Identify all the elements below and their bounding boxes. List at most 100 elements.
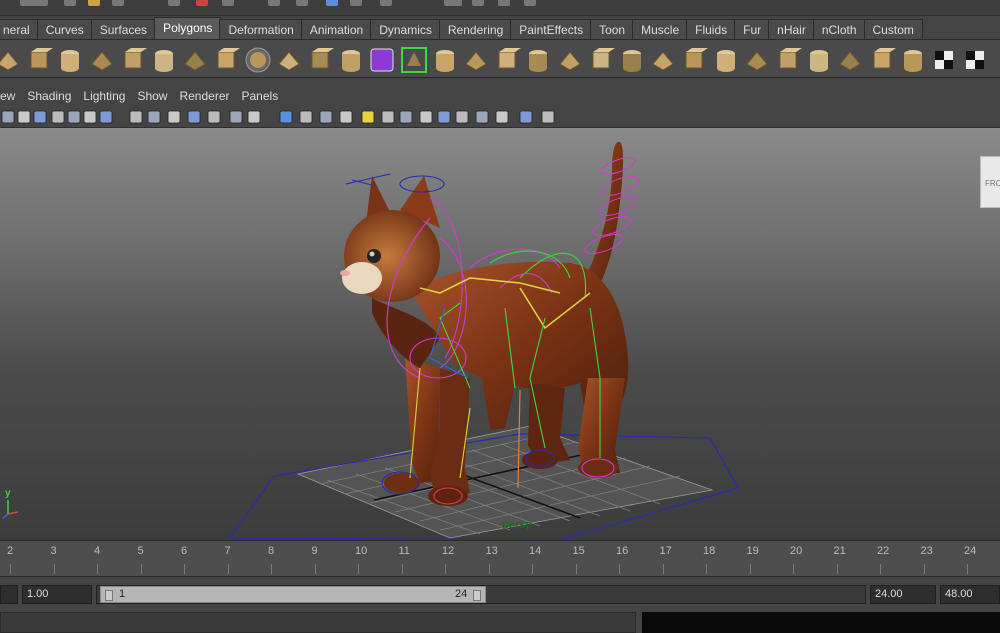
grease-pencil-icon[interactable] [82,109,98,125]
antialias-icon[interactable] [418,109,434,125]
menu-panels[interactable]: Panels [236,89,285,103]
torus-icon[interactable] [150,46,178,74]
history-icon[interactable] [444,0,462,6]
duplicate-face-icon[interactable] [680,46,709,74]
split-icon[interactable] [493,46,522,74]
select-object-icon[interactable] [196,0,208,6]
select-component-icon[interactable] [222,0,234,6]
soccer-ball-icon[interactable] [244,46,272,74]
tab-surfaces[interactable]: Surfaces [90,19,157,39]
animation-start-field[interactable]: 1.00 [22,585,92,604]
playback-end-field[interactable]: 24.00 [870,585,936,604]
helix-icon[interactable] [306,46,334,74]
checker-icon[interactable] [930,46,958,74]
animation-end-field[interactable]: 48.00 [940,585,1000,604]
tab-general[interactable]: neral [0,19,39,39]
range-end-grip[interactable] [473,590,481,601]
tab-curves[interactable]: Curves [36,19,93,39]
poke-icon[interactable] [649,46,677,74]
use-all-lights-icon[interactable] [338,109,354,125]
tab-rendering[interactable]: Rendering [438,19,513,39]
uv-editor-icon[interactable] [899,46,927,74]
merge-icon[interactable] [524,46,552,74]
bevel-icon[interactable] [462,46,490,74]
smooth-shade-icon[interactable] [278,109,294,125]
render-settings-icon[interactable] [524,0,536,6]
combine-icon[interactable] [368,46,396,74]
tab-fluids[interactable]: Fluids [686,19,737,39]
textured-icon[interactable] [318,109,334,125]
ambient-occlusion-icon[interactable] [380,109,396,125]
tab-muscle[interactable]: Muscle [632,19,689,39]
xray-components-icon[interactable] [518,109,534,125]
menu-view[interactable]: ew [0,89,21,103]
snap-grid-icon[interactable] [268,0,280,6]
isolate-select-icon[interactable] [454,109,470,125]
gate-mask-icon[interactable] [166,109,182,125]
sphere-icon[interactable] [0,46,22,74]
snap-surface-icon[interactable] [350,0,362,6]
tab-painteffects[interactable]: PaintEffects [510,19,593,39]
tab-custom[interactable]: Custom [863,19,923,39]
image-plane-icon[interactable] [50,109,66,125]
time-slider[interactable]: 2 3 4 5 6 7 8 9 10 11 12 13 14 15 16 17 18 19 20 21 22 23 24 [0,540,1000,576]
select-camera-icon[interactable] [0,109,16,125]
mesh-cube-icon[interactable] [400,46,428,74]
tab-fur[interactable]: Fur [734,19,771,39]
new-scene-icon[interactable] [64,0,76,6]
xray-icon[interactable] [474,109,490,125]
field-chart-icon[interactable] [186,109,202,125]
triangulate-icon[interactable] [774,46,802,74]
render-icon[interactable] [472,0,484,6]
extract-icon[interactable] [712,46,740,74]
cone-icon[interactable] [88,46,116,74]
bridge-icon[interactable] [587,46,615,74]
pyramid-icon[interactable] [181,46,209,74]
append-icon[interactable] [556,46,584,74]
range-slider-handle[interactable]: 1 24 [100,586,486,603]
tab-deformation[interactable]: Deformation [219,19,303,39]
tab-dynamics[interactable]: Dynamics [370,19,441,39]
camera-attributes-icon[interactable] [16,109,32,125]
platonic-icon[interactable] [275,46,303,74]
wireframe-icon[interactable] [246,109,262,125]
extrude-icon[interactable] [431,46,459,74]
shadows-icon[interactable] [360,109,376,125]
safe-title-icon[interactable] [228,109,244,125]
mirror-icon[interactable] [836,46,864,74]
tab-nhair[interactable]: nHair [768,19,815,39]
menu-show[interactable]: Show [131,89,173,103]
cut-uv-icon[interactable] [961,46,989,74]
motion-blur-icon[interactable] [398,109,414,125]
xray-joints-icon[interactable] [494,109,510,125]
snap-curve-icon[interactable] [296,0,308,6]
tab-toon[interactable]: Toon [590,19,635,39]
pipe-icon[interactable] [212,46,241,74]
grid-icon[interactable] [98,109,114,125]
tab-animation[interactable]: Animation [300,19,373,39]
tab-ncloth[interactable]: nCloth [812,19,866,39]
hud-icon[interactable] [540,109,556,125]
cylinder-icon[interactable] [56,46,84,74]
save-scene-icon[interactable] [112,0,124,6]
resolution-gate-icon[interactable] [146,109,162,125]
smooth-icon[interactable] [743,46,771,74]
depth-of-field-icon[interactable] [436,109,452,125]
open-scene-icon[interactable] [88,0,100,6]
perspective-viewport[interactable]: FRON y persp [0,128,1000,540]
film-gate-icon[interactable] [128,109,144,125]
mode-dropdown-icon[interactable] [20,0,48,6]
range-start-grip[interactable] [105,590,113,601]
snap-point-icon[interactable] [326,0,338,6]
geodesic-icon[interactable] [337,46,365,74]
uv-map-icon[interactable] [868,46,896,74]
wedge-icon[interactable] [618,46,646,74]
menu-lighting[interactable]: Lighting [77,89,131,103]
menu-renderer[interactable]: Renderer [173,89,235,103]
wireframe-on-shaded-icon[interactable] [298,109,314,125]
plane-icon[interactable] [119,46,147,74]
command-line-input[interactable] [0,612,636,633]
make-live-icon[interactable] [380,0,392,6]
left-field-stub[interactable] [0,585,18,604]
2d-pan-icon[interactable] [66,109,82,125]
